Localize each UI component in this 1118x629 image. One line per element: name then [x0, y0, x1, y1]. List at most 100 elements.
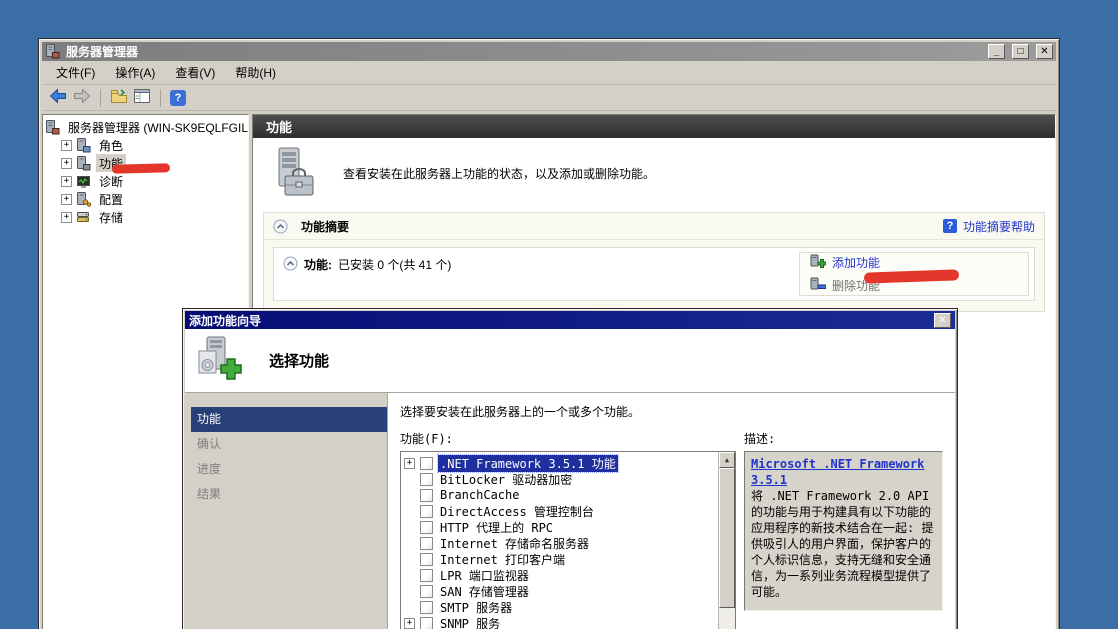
checkbox[interactable]	[420, 569, 433, 582]
tree-item-diagnostics[interactable]: + 诊断	[45, 172, 248, 190]
checkbox[interactable]	[420, 537, 433, 550]
features-summary-section: 功能摘要 ? 功能摘要帮助 功能: 已安装 0 个(共 41 个)	[263, 212, 1045, 312]
list-scrollbar[interactable]: ▲	[718, 452, 735, 629]
menu-help[interactable]: 帮助(H)	[225, 61, 286, 84]
wizard-nav-results[interactable]: 结果	[185, 482, 387, 507]
wizard-columns: 功能(F): + .NET Framework 3.5.1 功能	[400, 430, 943, 629]
menu-action[interactable]: 操作(A)	[105, 61, 165, 84]
feature-row[interactable]: SAN 存储管理器	[404, 583, 718, 599]
checkbox[interactable]	[420, 585, 433, 598]
checkbox[interactable]	[420, 553, 433, 566]
wizard-nav-confirmation[interactable]: 确认	[185, 432, 387, 457]
description-label: 描述:	[744, 430, 943, 447]
wizard-page-heading: 选择功能	[269, 350, 329, 371]
help-icon[interactable]: ?	[170, 90, 186, 106]
feature-label: .NET Framework 3.5.1 功能	[438, 455, 618, 472]
features-intro: 查看安装在此服务器上功能的状态，以及添加或删除功能。	[253, 138, 1055, 208]
tree-item-label: 角色	[96, 136, 126, 154]
desktop: 服务器管理器 _ □ ✕ 文件(F) 操作(A) 查看(V) 帮助(H) ?	[0, 0, 1118, 629]
tree-item-label: 存储	[96, 208, 126, 226]
add-features-wizard-dialog: 添加功能向导 ✕ 选择功能 功能 确认 进度 结果 选择要安装在此服务器上的一个…	[182, 308, 958, 629]
checkbox[interactable]	[420, 457, 433, 470]
add-features-icon	[810, 254, 826, 272]
forward-icon[interactable]	[73, 88, 91, 107]
intro-text: 查看安装在此服务器上功能的状态，以及添加或删除功能。	[343, 165, 655, 182]
wizard-nav-progress[interactable]: 进度	[185, 457, 387, 482]
expand-icon[interactable]: +	[61, 176, 72, 187]
console-view-icon[interactable]	[134, 89, 151, 107]
remove-features-icon	[810, 277, 826, 295]
features-listbox[interactable]: + .NET Framework 3.5.1 功能 BitLocker 驱动器加…	[400, 451, 736, 629]
close-button[interactable]: ✕	[1036, 44, 1053, 59]
scroll-up-icon[interactable]: ▲	[719, 452, 735, 468]
features-summary-help-link[interactable]: ? 功能摘要帮助	[943, 218, 1035, 235]
feature-row[interactable]: DirectAccess 管理控制台	[404, 503, 718, 519]
feature-row[interactable]: Internet 存储命名服务器	[404, 535, 718, 551]
toolbar: ?	[42, 85, 1056, 111]
add-features-link[interactable]: 添加功能	[810, 254, 1018, 272]
scrollbar-thumb[interactable]	[719, 468, 735, 608]
wizard-nav: 功能 确认 进度 结果	[185, 393, 387, 629]
feature-row[interactable]: LPR 端口监视器	[404, 567, 718, 583]
wizard-body: 功能 确认 进度 结果 选择要安装在此服务器上的一个或多个功能。 功能(F): …	[185, 393, 955, 629]
features-list-column: 功能(F): + .NET Framework 3.5.1 功能	[400, 430, 736, 629]
expand-icon[interactable]: +	[404, 458, 415, 469]
collapse-chevron-icon[interactable]	[273, 219, 288, 234]
back-icon[interactable]	[49, 88, 67, 107]
checkbox[interactable]	[420, 489, 433, 502]
menu-view[interactable]: 查看(V)	[165, 61, 225, 84]
titlebar[interactable]: 服务器管理器 _ □ ✕	[42, 42, 1056, 61]
description-box: Microsoft .NET Framework 3.5.1 将 .NET Fr…	[744, 451, 943, 611]
checkbox[interactable]	[420, 601, 433, 614]
storage-icon	[76, 210, 92, 225]
menu-file[interactable]: 文件(F)	[46, 61, 105, 84]
feature-label: BitLocker 驱动器加密	[438, 471, 574, 488]
features-toolbox-icon	[271, 146, 317, 201]
show-hide-tree-icon[interactable]	[110, 88, 128, 107]
expand-icon[interactable]: +	[404, 618, 415, 629]
help-badge-icon: ?	[943, 219, 957, 233]
feature-row[interactable]: SMTP 服务器	[404, 599, 718, 615]
checkbox[interactable]	[420, 473, 433, 486]
feature-row[interactable]: + .NET Framework 3.5.1 功能	[404, 455, 718, 471]
feature-row[interactable]: HTTP 代理上的 RPC	[404, 519, 718, 535]
add-features-label: 添加功能	[832, 254, 880, 271]
expand-icon[interactable]: +	[61, 194, 72, 205]
roles-icon	[76, 138, 92, 153]
features-count-label: 功能:	[304, 256, 332, 273]
tree-item-storage[interactable]: + 存储	[45, 208, 248, 226]
feature-label: SNMP 服务	[438, 615, 502, 629]
dialog-close-button[interactable]: ✕	[934, 313, 951, 328]
tree-root[interactable]: 服务器管理器 (WIN-SK9EQLFGIL	[45, 118, 248, 136]
add-features-wizard-icon	[195, 335, 243, 386]
feature-row[interactable]: BranchCache	[404, 487, 718, 503]
collapse-chevron-icon[interactable]	[283, 256, 298, 271]
tree-item-roles[interactable]: + 角色	[45, 136, 248, 154]
tree-item-label: 诊断	[96, 172, 126, 190]
pane-banner-title: 功能	[266, 117, 292, 136]
feature-row[interactable]: BitLocker 驱动器加密	[404, 471, 718, 487]
feature-row[interactable]: Internet 打印客户端	[404, 551, 718, 567]
feature-label: LPR 端口监视器	[438, 567, 531, 584]
maximize-button[interactable]: □	[1012, 44, 1029, 59]
expand-icon[interactable]: +	[61, 140, 72, 151]
scrollbar-track[interactable]	[719, 608, 735, 629]
expand-icon[interactable]: +	[61, 158, 72, 169]
feature-row[interactable]: + SNMP 服务	[404, 615, 718, 629]
description-feature-link[interactable]: Microsoft .NET Framework 3.5.1	[751, 457, 924, 487]
window-title: 服务器管理器	[66, 43, 981, 60]
description-text: 将 .NET Framework 2.0 API 的功能与用于构建具有以下功能的…	[751, 488, 936, 600]
checkbox[interactable]	[420, 521, 433, 534]
wizard-content: 选择要安装在此服务器上的一个或多个功能。 功能(F): + .NET Frame…	[387, 393, 955, 629]
wizard-instruction: 选择要安装在此服务器上的一个或多个功能。	[400, 403, 943, 420]
description-column: 描述: Microsoft .NET Framework 3.5.1 将 .NE…	[744, 430, 943, 629]
features-count-value: 已安装 0 个(共 41 个)	[338, 256, 451, 273]
tree-item-configuration[interactable]: + 配置	[45, 190, 248, 208]
checkbox[interactable]	[420, 617, 433, 629]
checkbox[interactable]	[420, 505, 433, 518]
wizard-nav-features[interactable]: 功能	[191, 407, 387, 432]
dialog-titlebar[interactable]: 添加功能向导 ✕	[185, 311, 955, 329]
expand-icon[interactable]: +	[61, 212, 72, 223]
configuration-icon	[76, 192, 92, 207]
minimize-button[interactable]: _	[988, 44, 1005, 59]
